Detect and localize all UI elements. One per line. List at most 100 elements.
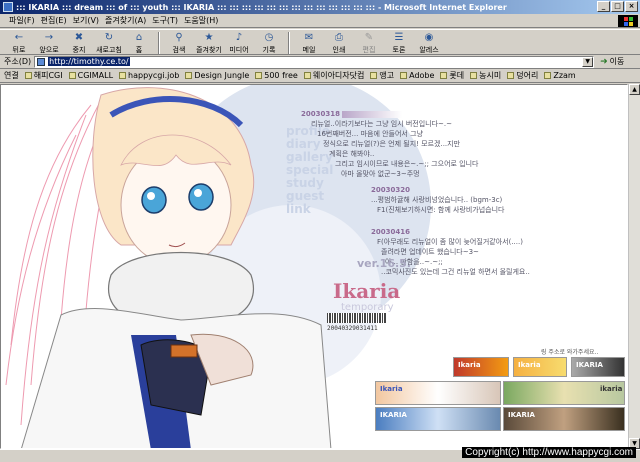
link-item[interactable]: 농시미 xyxy=(470,70,501,81)
history-icon: ◷ xyxy=(264,32,274,43)
mail-button[interactable]: ✉ 메일 xyxy=(294,30,324,55)
right-eye xyxy=(188,183,214,211)
windows-logo-icon xyxy=(618,15,638,27)
nav-link[interactable]: link xyxy=(286,203,333,216)
link-page-icon xyxy=(185,72,193,79)
menu-file[interactable]: 파일(F) xyxy=(6,15,38,26)
link-item[interactable]: 500 free xyxy=(255,71,298,80)
post-line: F1(진체보기하시면: 함께 사랑비가넙습니다 xyxy=(377,206,505,214)
back-icon: ← xyxy=(14,32,24,43)
standard-toolbar: ← 뒤로 → 앞으로 ✖ 중지 ↻ 새로고침 ⌂ 홈 ⚲ 검색 ★ 즐겨찾기 ♪ 미디어 ◷ 기록… xyxy=(0,29,640,55)
menu-favorites[interactable]: 즐겨찾기(A) xyxy=(102,15,149,26)
vertical-scrollbar[interactable]: ▲ ▼ xyxy=(628,84,640,449)
maximize-button[interactable]: □ xyxy=(611,1,624,12)
site-logo: Ikaria xyxy=(333,279,401,303)
logo-version: ver.16.5. xyxy=(357,257,411,270)
menu-edit[interactable]: 편집(E) xyxy=(38,15,70,26)
media-icon: ♪ xyxy=(235,32,243,43)
post-date: 20030416 xyxy=(371,228,410,236)
links-label: 연결 xyxy=(4,71,19,80)
media-button[interactable]: ♪ 미디어 xyxy=(224,30,254,55)
alexa-button[interactable]: ◉ 알레스 xyxy=(414,30,444,55)
window-controls: _ □ × xyxy=(597,1,638,12)
link-banner[interactable]: ikaria xyxy=(503,381,625,405)
home-icon: ⌂ xyxy=(135,32,143,43)
post-line: 16번째버전... 마음에 안들어서 그냥 xyxy=(317,130,423,138)
close-button[interactable]: × xyxy=(625,1,638,12)
forward-icon: → xyxy=(44,32,54,43)
post-line: 정식으로 리뉴얼(?)은 언제 될지! 모르겠...지만 xyxy=(323,140,461,148)
edit-button[interactable]: ✎ 편집 xyxy=(354,30,384,55)
link-page-icon xyxy=(544,72,552,79)
window-title: ::: IKARIA ::: dream ::: of ::: youth ::… xyxy=(16,2,507,12)
link-item[interactable]: 웨이아디자닷컴 xyxy=(303,70,364,81)
post-line: ...평범하귤해 사랑비넝었습니다.. (bgm-3c) xyxy=(371,196,503,204)
address-dropdown-button[interactable]: ▼ xyxy=(582,56,594,67)
link-item[interactable]: Zzam xyxy=(544,71,576,80)
menu-view[interactable]: 보기(V) xyxy=(70,15,102,26)
print-button[interactable]: ⎙ 인쇄 xyxy=(324,30,354,55)
link-banner[interactable]: Ikaria xyxy=(453,357,509,377)
links-bar: 연결 해피CGI CGIMALL happycgi.job Design Jun… xyxy=(0,69,640,83)
link-item[interactable]: 앵고 xyxy=(370,70,394,81)
address-input[interactable]: http://timothy.ce.to/ xyxy=(48,57,130,66)
title-bar: ::: IKARIA ::: dream ::: of ::: youth ::… xyxy=(0,0,640,14)
post-date: 20030318 xyxy=(301,110,340,118)
post-line: F(아무래도 리뉴얼이 좀 많이 늦어질거같아서(....) xyxy=(377,238,523,246)
menu-help[interactable]: 도움말(H) xyxy=(181,15,221,26)
stop-icon: ✖ xyxy=(74,32,84,43)
favorites-button[interactable]: ★ 즐겨찾기 xyxy=(194,30,224,55)
print-icon: ⎙ xyxy=(335,32,343,43)
link-item[interactable]: 롯데 xyxy=(440,70,464,81)
search-button[interactable]: ⚲ 검색 xyxy=(164,30,194,55)
menu-tools[interactable]: 도구(T) xyxy=(149,15,181,26)
search-icon: ⚲ xyxy=(175,32,183,43)
link-page-icon xyxy=(440,72,448,79)
stop-button[interactable]: ✖ 중지 xyxy=(64,30,94,55)
favorites-icon: ★ xyxy=(204,32,214,43)
link-page-icon xyxy=(470,72,478,79)
link-page-icon xyxy=(400,72,408,79)
link-page-icon xyxy=(68,72,76,79)
refresh-icon: ↻ xyxy=(104,32,114,43)
post-line: 졸려라면 업데이트 했습니다~3~ xyxy=(381,248,479,256)
news-post: 20030318 리뉴얼..이라기보다는 그냥 임시 버전입니다~.~ 16번째… xyxy=(301,109,479,179)
back-button[interactable]: ← 뒤로 xyxy=(4,30,34,55)
alexa-icon: ◉ xyxy=(424,32,434,43)
link-page-icon xyxy=(255,72,263,79)
link-item[interactable]: 덩어리 xyxy=(507,70,538,81)
link-banner[interactable]: IKARIA xyxy=(503,407,625,431)
link-item[interactable]: CGIMALL xyxy=(68,71,113,80)
left-eye xyxy=(141,186,167,214)
ie-app-icon[interactable] xyxy=(3,2,13,12)
discuss-button[interactable]: ☰ 토론 xyxy=(384,30,414,55)
post-date: 20030320 xyxy=(371,186,410,194)
link-item[interactable]: Design Jungle xyxy=(185,71,249,80)
link-page-icon xyxy=(24,72,32,79)
link-banner[interactable]: Ikaria xyxy=(375,381,501,405)
forward-button[interactable]: → 앞으로 xyxy=(34,30,64,55)
banners-caption: 링 주소로 와가주세요.. xyxy=(541,349,599,356)
scroll-up-button[interactable]: ▲ xyxy=(629,84,640,95)
page-content[interactable]: profile diary gallery special study gues… xyxy=(0,84,628,449)
copyright-watermark: Copyright(c) http://www.happycgi.com xyxy=(462,447,636,458)
link-item[interactable]: happycgi.job xyxy=(119,71,179,80)
go-button[interactable]: ➜ 이동 xyxy=(600,56,624,67)
address-label: 주소(D) xyxy=(4,57,32,66)
link-item[interactable]: 해피CGI xyxy=(24,70,63,81)
post-line: 그리고 임시이므로 내용은~.~;; 그으어로 입니다 xyxy=(335,160,479,168)
history-button[interactable]: ◷ 기록 xyxy=(254,30,284,55)
toolbar-separator xyxy=(288,32,290,54)
edit-icon: ✎ xyxy=(364,32,374,43)
address-field[interactable]: http://timothy.ce.to/ ▼ xyxy=(34,55,595,68)
post-line: 계획은 해봐야.. xyxy=(329,150,375,158)
home-button[interactable]: ⌂ 홈 xyxy=(124,30,154,55)
page-icon xyxy=(37,57,46,66)
link-banner[interactable]: Ikaria xyxy=(513,357,567,377)
minimize-button[interactable]: _ xyxy=(597,1,610,12)
link-item[interactable]: Adobe xyxy=(400,71,434,80)
refresh-button[interactable]: ↻ 새로고침 xyxy=(94,30,124,55)
suit-badge xyxy=(170,344,198,358)
link-banner[interactable]: IKARIA xyxy=(571,357,625,377)
link-banner[interactable]: IKARIA xyxy=(375,407,501,431)
